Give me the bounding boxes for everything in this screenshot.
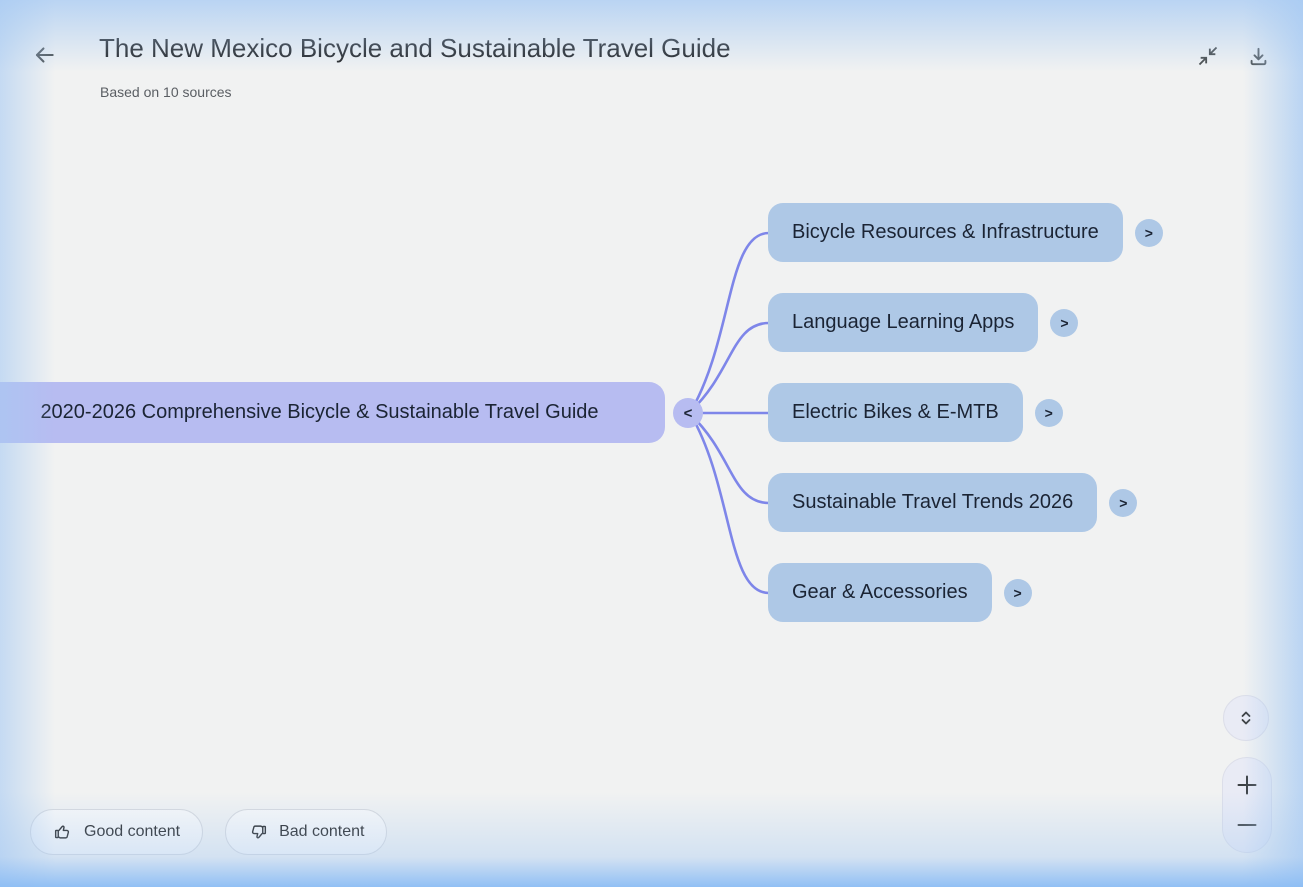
page-title: The New Mexico Bicycle and Sustainable T… [99,33,731,64]
zoom-in-button[interactable] [1227,765,1267,805]
mindmap-node[interactable]: Bicycle Resources & Infrastructure [768,203,1123,262]
connector-line [691,415,769,503]
mindmap-canvas[interactable]: 2020-2026 Comprehensive Bicycle & Sustai… [0,0,1303,887]
minus-icon [1235,813,1259,837]
zoom-controls [1222,757,1272,853]
mindmap-node[interactable]: Electric Bikes & E-MTB [768,383,1023,442]
node-expand-button[interactable]: > [1135,219,1163,247]
download-icon [1247,45,1270,68]
mindmap-branch-row: Bicycle Resources & Infrastructure > [768,203,1163,262]
good-content-button[interactable]: Good content [30,809,203,855]
node-expand-button[interactable]: > [1035,399,1063,427]
node-expand-button[interactable]: > [1050,309,1078,337]
good-content-label: Good content [84,823,180,841]
node-expand-button[interactable]: > [1004,579,1032,607]
bad-content-label: Bad content [279,823,364,841]
download-button[interactable] [1242,40,1274,72]
back-button[interactable] [28,39,60,71]
root-collapse-button[interactable]: < [673,398,703,428]
zoom-out-button[interactable] [1227,805,1267,845]
sources-count-label: Based on 10 sources [100,84,232,100]
arrow-left-icon [31,42,57,68]
close-fullscreen-icon [1197,45,1219,67]
thumbs-down-icon [248,822,268,842]
connector-line [691,233,769,411]
unfold-more-icon [1235,707,1257,729]
connector-lines [0,0,1303,887]
connector-line [691,323,769,411]
mindmap-root-node[interactable]: 2020-2026 Comprehensive Bicycle & Sustai… [0,382,665,443]
feedback-bar: Good content Bad content [30,809,387,855]
mindmap-branch-row: Sustainable Travel Trends 2026 > [768,473,1137,532]
bad-content-button[interactable]: Bad content [225,809,387,855]
node-expand-button[interactable]: > [1109,489,1137,517]
connector-line [691,415,769,593]
mindmap-node[interactable]: Sustainable Travel Trends 2026 [768,473,1097,532]
thumbs-up-icon [53,822,73,842]
mindmap-branch-row: Gear & Accessories > [768,563,1032,622]
plus-icon [1235,773,1259,797]
mindmap-node[interactable]: Language Learning Apps [768,293,1038,352]
expand-collapse-all-button[interactable] [1223,695,1269,741]
mindmap-branch-row: Language Learning Apps > [768,293,1078,352]
collapse-view-button[interactable] [1192,40,1224,72]
mindmap-branch-row: Electric Bikes & E-MTB > [768,383,1063,442]
mindmap-node[interactable]: Gear & Accessories [768,563,992,622]
